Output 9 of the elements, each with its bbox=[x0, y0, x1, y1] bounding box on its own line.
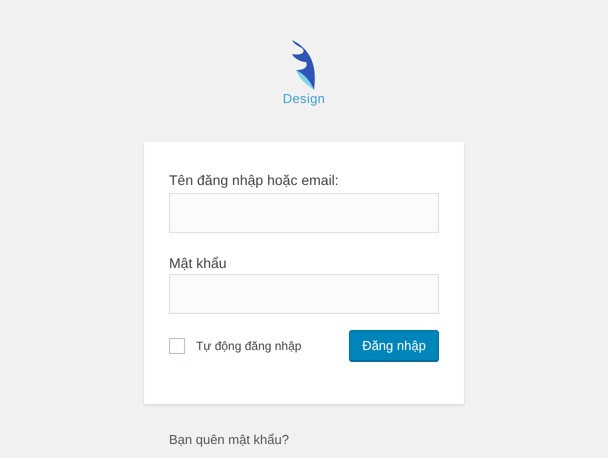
password-label: Mật khẩu bbox=[169, 254, 228, 273]
remember-checkbox[interactable] bbox=[169, 338, 185, 354]
username-label: Tên đăng nhập hoặc email: bbox=[169, 171, 340, 190]
login-button[interactable]: Đăng nhập bbox=[349, 330, 439, 361]
username-field[interactable] bbox=[169, 193, 439, 233]
logo-text: Design bbox=[282, 92, 326, 105]
remember-label: Tự động đăng nhập bbox=[196, 338, 302, 354]
lost-password-link[interactable]: Bạn quên mật khẩu? bbox=[169, 432, 289, 447]
password-field[interactable] bbox=[169, 274, 439, 314]
